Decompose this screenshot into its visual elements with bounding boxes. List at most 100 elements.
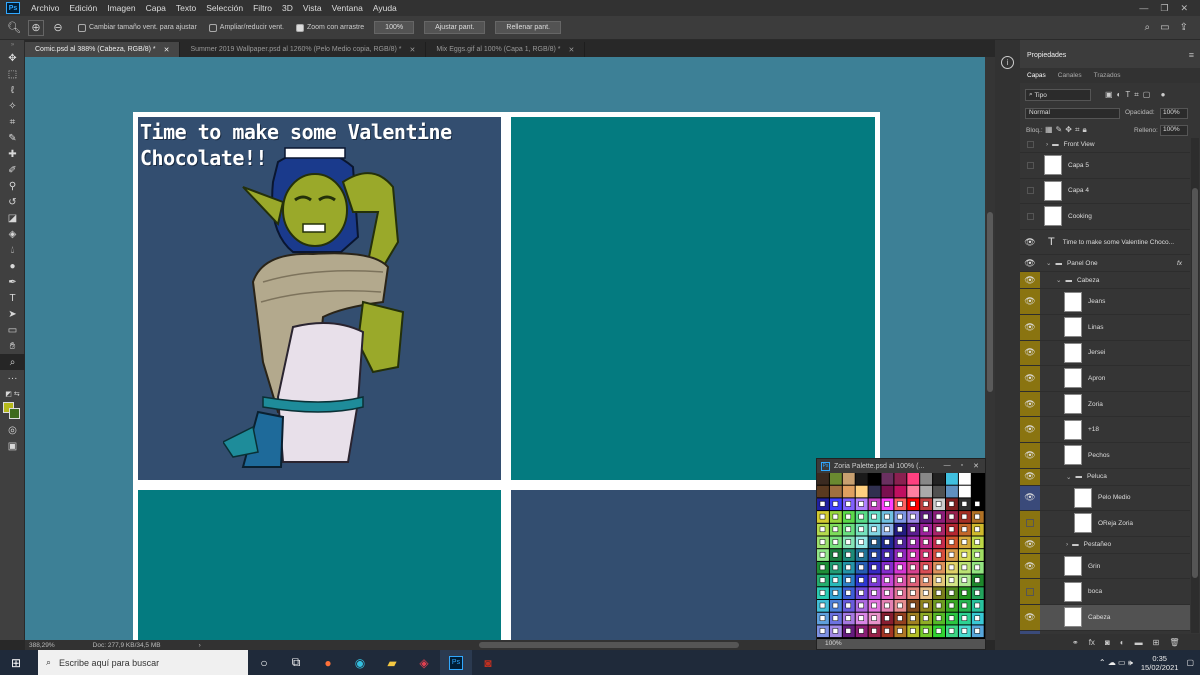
- canvas-vertical-scrollbar[interactable]: [985, 57, 995, 640]
- menu-icon[interactable]: ≡: [1189, 50, 1194, 60]
- new-layer-icon[interactable]: ⊞: [1153, 638, 1160, 647]
- layers-scrollbar[interactable]: [1191, 138, 1199, 633]
- layer-row[interactable]: 👁︎ T Time to make some Valentine Choco...: [1020, 230, 1190, 256]
- type-tool-icon[interactable]: T: [0, 290, 25, 306]
- zoom-100-button[interactable]: 100%: [374, 21, 415, 34]
- layer-row[interactable]: › ▬ Front View: [1020, 136, 1190, 153]
- layer-row[interactable]: boca: [1020, 579, 1190, 605]
- marquee-tool-icon[interactable]: ⬚: [0, 66, 25, 82]
- palette-document-window[interactable]: Ps Zoria Palette.psd al 100% (... — ▫ ✕ 10…: [816, 458, 986, 650]
- magic-wand-tool-icon[interactable]: ✧: [0, 98, 25, 114]
- visibility-eye-icon[interactable]: 👁︎: [1020, 485, 1040, 511]
- trash-icon[interactable]: 🗑︎: [1169, 638, 1179, 647]
- close-tab-icon[interactable]: ✕: [410, 46, 416, 54]
- zoom-readout[interactable]: 388,29%: [29, 642, 55, 649]
- visibility-eye-icon[interactable]: [1020, 511, 1040, 536]
- visibility-eye-icon[interactable]: 👁︎: [1020, 272, 1040, 289]
- folder-icon[interactable]: ▬: [1135, 638, 1143, 647]
- move-tool-icon[interactable]: ✥: [0, 50, 25, 66]
- search-icon[interactable]: ⌕: [1145, 22, 1151, 33]
- crop-tool-icon[interactable]: ⌗: [0, 114, 25, 130]
- opacity-input[interactable]: 100%: [1160, 108, 1188, 119]
- screen-mode-icon[interactable]: ▣: [0, 438, 25, 454]
- zoom-tool-icon[interactable]: 🔍︎: [6, 20, 22, 36]
- visibility-eye-icon[interactable]: [1020, 136, 1040, 152]
- default-colors-icon[interactable]: ◩ ⇆: [0, 386, 25, 402]
- layer-row[interactable]: 👁︎ Pechos: [1020, 443, 1190, 469]
- quick-mask-icon[interactable]: ◎: [0, 422, 25, 438]
- color-swatches[interactable]: [0, 402, 25, 422]
- app-icon[interactable]: ◈: [408, 650, 440, 675]
- visibility-eye-icon[interactable]: 👁︎: [1020, 255, 1040, 271]
- layer-row[interactable]: 👁︎ Jeans: [1020, 289, 1190, 315]
- pen-tool-icon[interactable]: ✒: [0, 274, 25, 290]
- visibility-eye-icon[interactable]: [1020, 153, 1040, 178]
- visibility-eye-icon[interactable]: 👁︎: [1020, 289, 1040, 314]
- link-icon[interactable]: ⚭: [1072, 638, 1079, 647]
- clock[interactable]: 0:35 15/02/2021: [1141, 654, 1179, 672]
- layer-row[interactable]: 👁︎ Linas: [1020, 315, 1190, 341]
- resize-windows-checkbox[interactable]: Cambiar tamaño vent. para ajustar: [78, 23, 197, 32]
- paint-bucket-icon[interactable]: ◈: [0, 226, 25, 242]
- layer-row[interactable]: Capa 4: [1020, 179, 1190, 205]
- status-arrow-icon[interactable]: ›: [199, 642, 201, 649]
- history-brush-icon[interactable]: ↺: [0, 194, 25, 210]
- blend-mode-select[interactable]: Normal: [1025, 108, 1120, 119]
- visibility-eye-icon[interactable]: 👁︎: [1020, 230, 1040, 255]
- layer-row[interactable]: Capa 5: [1020, 153, 1190, 179]
- visibility-eye-icon[interactable]: [1020, 204, 1040, 229]
- lasso-tool-icon[interactable]: ℓ: [0, 82, 25, 98]
- notifications-icon[interactable]: ▢: [1186, 658, 1194, 667]
- dodge-tool-icon[interactable]: ●: [0, 258, 25, 274]
- layer-row[interactable]: 👁︎ › ▬ Pestañeo: [1020, 536, 1190, 554]
- visibility-eye-icon[interactable]: 👁︎: [1020, 536, 1040, 553]
- restore-icon[interactable]: ❐: [1160, 3, 1168, 14]
- palette-title-bar[interactable]: Ps Zoria Palette.psd al 100% (... — ▫ ✕: [817, 459, 985, 473]
- scrubby-zoom-checkbox[interactable]: Zoom con arrastre: [295, 23, 364, 32]
- visibility-eye-icon[interactable]: 👁︎: [1020, 417, 1040, 442]
- color-palette-grid[interactable]: [817, 473, 985, 639]
- visibility-eye-icon[interactable]: 👁︎: [1020, 553, 1040, 579]
- tab-mix-eggs[interactable]: Mix Eggs.gif al 100% (Capa 1, RGB/8) * ✕: [426, 42, 586, 57]
- menu-3d[interactable]: 3D: [277, 3, 298, 13]
- edge-icon[interactable]: ◉: [344, 650, 376, 675]
- close-icon[interactable]: ✕: [973, 462, 979, 470]
- close-tab-icon[interactable]: ✕: [569, 46, 575, 54]
- zoom-all-windows-checkbox[interactable]: Ampliar/reducir vent.: [208, 23, 284, 32]
- restore-icon[interactable]: ▫: [961, 462, 963, 470]
- close-icon[interactable]: ✕: [1180, 3, 1188, 14]
- menu-vista[interactable]: Vista: [298, 3, 327, 13]
- chevron-icon[interactable]: ›: [1066, 541, 1068, 548]
- share-icon[interactable]: ⇪: [1180, 22, 1188, 33]
- visibility-eye-icon[interactable]: 👁︎: [1020, 366, 1040, 391]
- tab-canales[interactable]: Canales: [1058, 72, 1082, 79]
- layer-filter-select[interactable]: ⌕ Tipo: [1025, 89, 1091, 101]
- fill-screen-button[interactable]: Rellenar pant.: [495, 21, 561, 34]
- task-view-icon[interactable]: ⧉: [280, 650, 312, 675]
- windows-start-icon[interactable]: ⊞: [0, 650, 32, 675]
- menu-ventana[interactable]: Ventana: [327, 3, 368, 13]
- zoom-out-icon[interactable]: ⊖: [50, 20, 66, 36]
- firefox-icon[interactable]: ●: [312, 650, 344, 675]
- properties-title[interactable]: Propiedades: [1027, 52, 1066, 59]
- workspace-icon[interactable]: ▭: [1160, 22, 1169, 33]
- fx-icon[interactable]: fx: [1089, 638, 1095, 647]
- layer-row[interactable]: 👁︎ ⌄ ▬ Peluca: [1020, 468, 1190, 486]
- chevron-icon[interactable]: ›: [1046, 141, 1048, 148]
- visibility-eye-icon[interactable]: [1020, 579, 1040, 604]
- rectangle-tool-icon[interactable]: ▭: [0, 322, 25, 338]
- zoom-tool-active-icon[interactable]: ⌕: [0, 354, 25, 370]
- menu-imagen[interactable]: Imagen: [102, 3, 140, 13]
- menu-capa[interactable]: Capa: [141, 3, 171, 13]
- path-select-icon[interactable]: ➤: [0, 306, 25, 322]
- tab-summer-wallpaper[interactable]: Summer 2019 Wallpaper.psd al 1260% (Pelo…: [180, 42, 427, 57]
- tray-icons[interactable]: ⌃ ☁ ▭ 🕪︎: [1099, 658, 1133, 668]
- eyedropper-tool-icon[interactable]: ✎: [0, 130, 25, 146]
- fill-input[interactable]: 100%: [1160, 125, 1188, 136]
- layer-row[interactable]: OReja Zoria: [1020, 511, 1190, 537]
- eraser-tool-icon[interactable]: ◪: [0, 210, 25, 226]
- fit-screen-button[interactable]: Ajustar pant.: [424, 21, 486, 34]
- adjustment-icon[interactable]: ◐: [1120, 638, 1125, 647]
- menu-texto[interactable]: Texto: [171, 3, 201, 13]
- layer-row[interactable]: 👁︎ +18: [1020, 417, 1190, 443]
